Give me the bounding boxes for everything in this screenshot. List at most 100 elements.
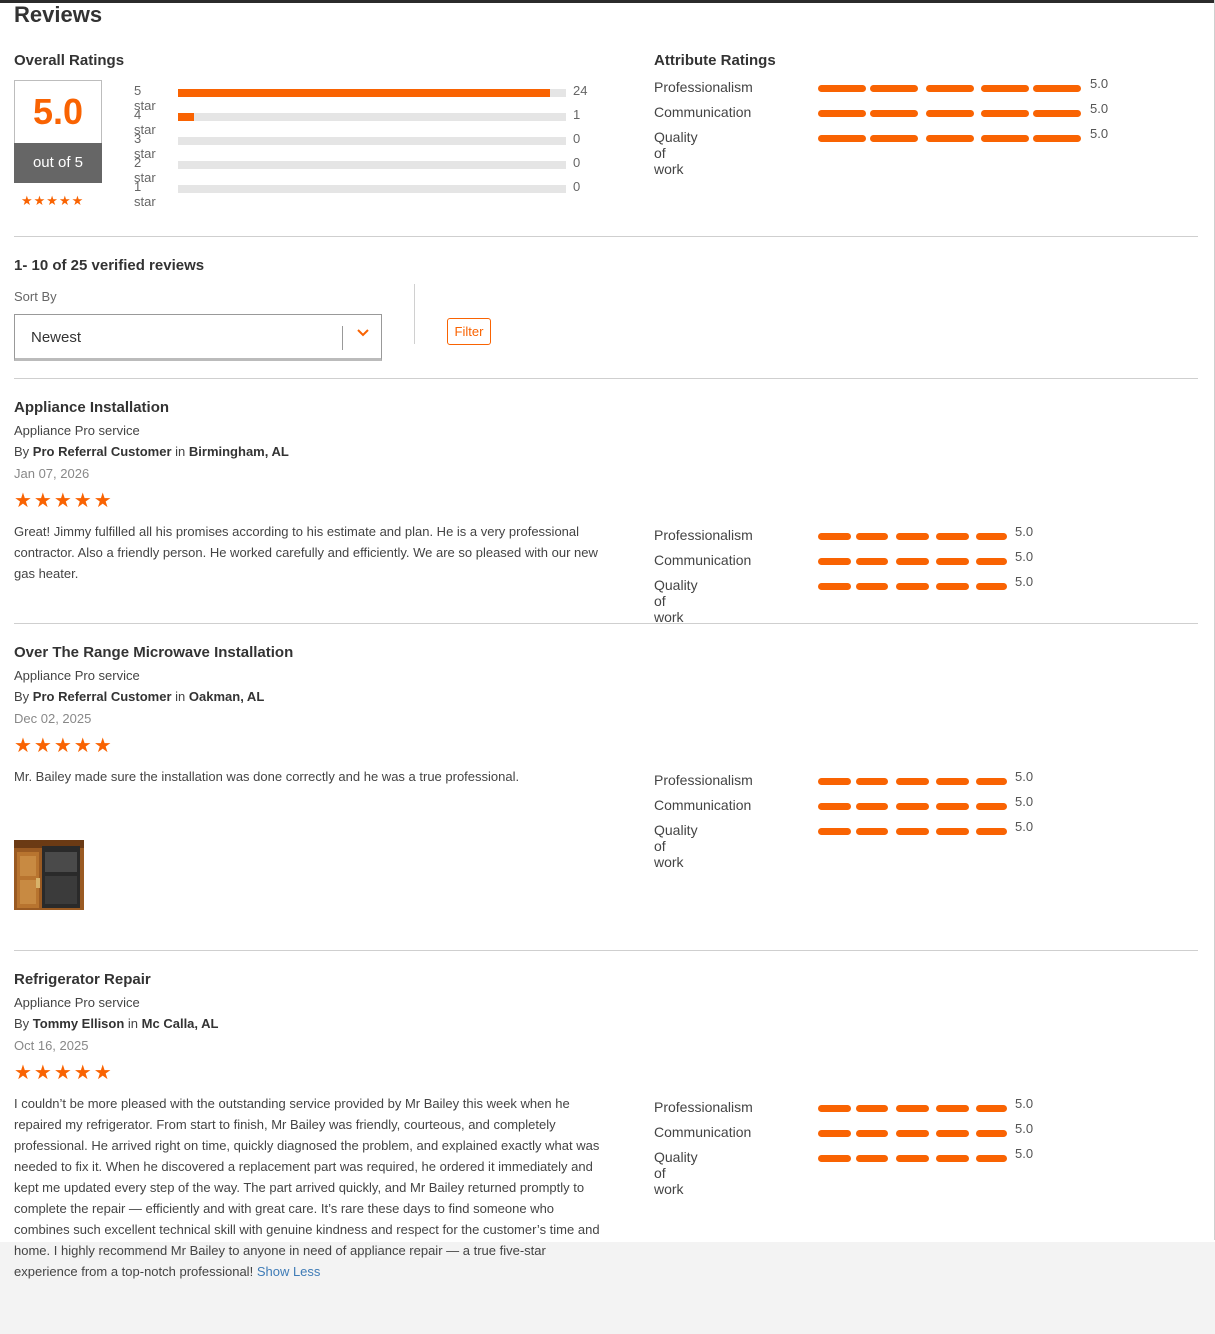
rating-segment [936, 558, 969, 565]
chevron-down-icon [357, 329, 369, 337]
histogram-count: 24 [573, 83, 588, 98]
review-author: Pro Referral Customer [32, 689, 172, 704]
rating-segment [976, 583, 1007, 590]
rating-segment [936, 583, 969, 590]
attribute-value: 5.0 [1015, 1121, 1034, 1136]
review-stars: ★★★★★ [14, 490, 114, 512]
rating-segment [896, 828, 929, 835]
in-word: in [127, 1016, 139, 1031]
histogram-count: 0 [573, 131, 581, 146]
rating-segment [818, 828, 851, 835]
divider [14, 236, 1198, 237]
rating-segment [976, 778, 1007, 785]
overall-out-of: out of 5 [14, 143, 102, 183]
overall-ratings-heading: Overall Ratings [14, 52, 125, 69]
page-title: Reviews [14, 2, 103, 27]
attribute-value: 5.0 [1090, 76, 1109, 91]
rating-segment [976, 828, 1007, 835]
overall-score: 5.0 [32, 91, 84, 132]
review-text-content: I couldn’t be more pleased with the outs… [14, 1096, 600, 1279]
review-location: Mc Calla, AL [141, 1016, 219, 1031]
rating-segment [936, 1130, 969, 1137]
top-rule [0, 0, 1215, 3]
rating-segment [976, 1105, 1007, 1112]
attribute-label: Quality of work [654, 822, 698, 870]
attribute-value: 5.0 [1015, 1146, 1034, 1161]
divider [14, 378, 1198, 379]
sort-separator [342, 326, 343, 350]
rating-segment [870, 135, 918, 142]
histogram-track [178, 185, 566, 193]
review-author-line: By Tommy Ellison in Mc Calla, AL [14, 1016, 219, 1031]
histogram-track [178, 113, 566, 121]
histogram-fill [178, 113, 194, 121]
attribute-value: 5.0 [1015, 794, 1034, 809]
rating-segment [818, 778, 851, 785]
rating-segment [818, 803, 851, 810]
attribute-label: Professionalism [654, 79, 753, 95]
divider [14, 623, 1198, 624]
sort-value: Newest [31, 329, 82, 346]
attribute-label: Communication [654, 104, 752, 120]
overall-score-box: 5.0 out of 5 [14, 80, 102, 183]
rating-segment [981, 110, 1029, 117]
rating-segment [976, 1130, 1007, 1137]
attribute-value: 5.0 [1015, 574, 1034, 589]
attribute-ratings-heading: Attribute Ratings [654, 52, 776, 69]
rating-segment [926, 85, 974, 92]
histogram-count: 0 [573, 155, 581, 170]
attribute-value: 5.0 [1090, 101, 1109, 116]
review-stars: ★★★★★ [14, 1062, 114, 1084]
rating-segment [818, 85, 866, 92]
review-photo-image [14, 840, 84, 910]
attribute-value: 5.0 [1015, 819, 1034, 834]
rating-segment [976, 1155, 1007, 1162]
attribute-label: Quality of work [654, 129, 698, 177]
rating-segment [856, 1130, 888, 1137]
by-prefix: By [14, 444, 30, 459]
review-date: Oct 16, 2025 [14, 1038, 89, 1053]
review-date: Dec 02, 2025 [14, 711, 92, 726]
review-service: Appliance Pro service [14, 668, 140, 683]
rating-segment [1033, 135, 1081, 142]
rating-segment [896, 558, 929, 565]
in-word: in [175, 444, 186, 459]
histogram-label: 1 star [134, 179, 156, 209]
review-title: Over The Range Microwave Installation [14, 644, 294, 661]
by-prefix: By [14, 1016, 30, 1031]
rating-segment [896, 533, 929, 540]
review-text: Mr. Bailey made sure the installation wa… [14, 769, 520, 784]
by-prefix: By [14, 689, 30, 704]
rating-segment [981, 85, 1029, 92]
divider [14, 950, 1198, 951]
attribute-label: Professionalism [654, 527, 753, 543]
show-less-link[interactable]: Show Less [257, 1264, 321, 1279]
review-date: Jan 07, 2026 [14, 466, 90, 481]
review-location: Birmingham, AL [188, 444, 289, 459]
rating-segment [936, 533, 969, 540]
review-location: Oakman, AL [188, 689, 265, 704]
rating-segment [976, 533, 1007, 540]
histogram-track [178, 137, 566, 145]
rating-segment [856, 533, 888, 540]
review-title: Refrigerator Repair [14, 971, 151, 988]
review-count: 1- 10 of 25 verified reviews [14, 257, 205, 274]
in-word: in [175, 689, 186, 704]
vertical-separator [414, 284, 415, 344]
filter-button[interactable]: Filter [447, 318, 491, 345]
rating-segment [896, 1105, 929, 1112]
review-photo-thumbnail[interactable] [14, 840, 84, 910]
review-text: I couldn’t be more pleased with the outs… [14, 1093, 610, 1282]
rating-segment [896, 1130, 929, 1137]
sort-label: Sort By [14, 289, 57, 304]
rating-segment [896, 803, 929, 810]
review-author: Pro Referral Customer [32, 444, 172, 459]
attribute-value: 5.0 [1015, 769, 1034, 784]
rating-segment [1033, 110, 1081, 117]
rating-segment [818, 1130, 851, 1137]
review-author-line: By Pro Referral Customer in Oakman, AL [14, 689, 264, 704]
rating-segment [896, 1155, 929, 1162]
sort-dropdown[interactable]: Newest [14, 314, 382, 361]
attribute-value: 5.0 [1015, 1096, 1034, 1111]
histogram-count: 1 [573, 107, 581, 122]
